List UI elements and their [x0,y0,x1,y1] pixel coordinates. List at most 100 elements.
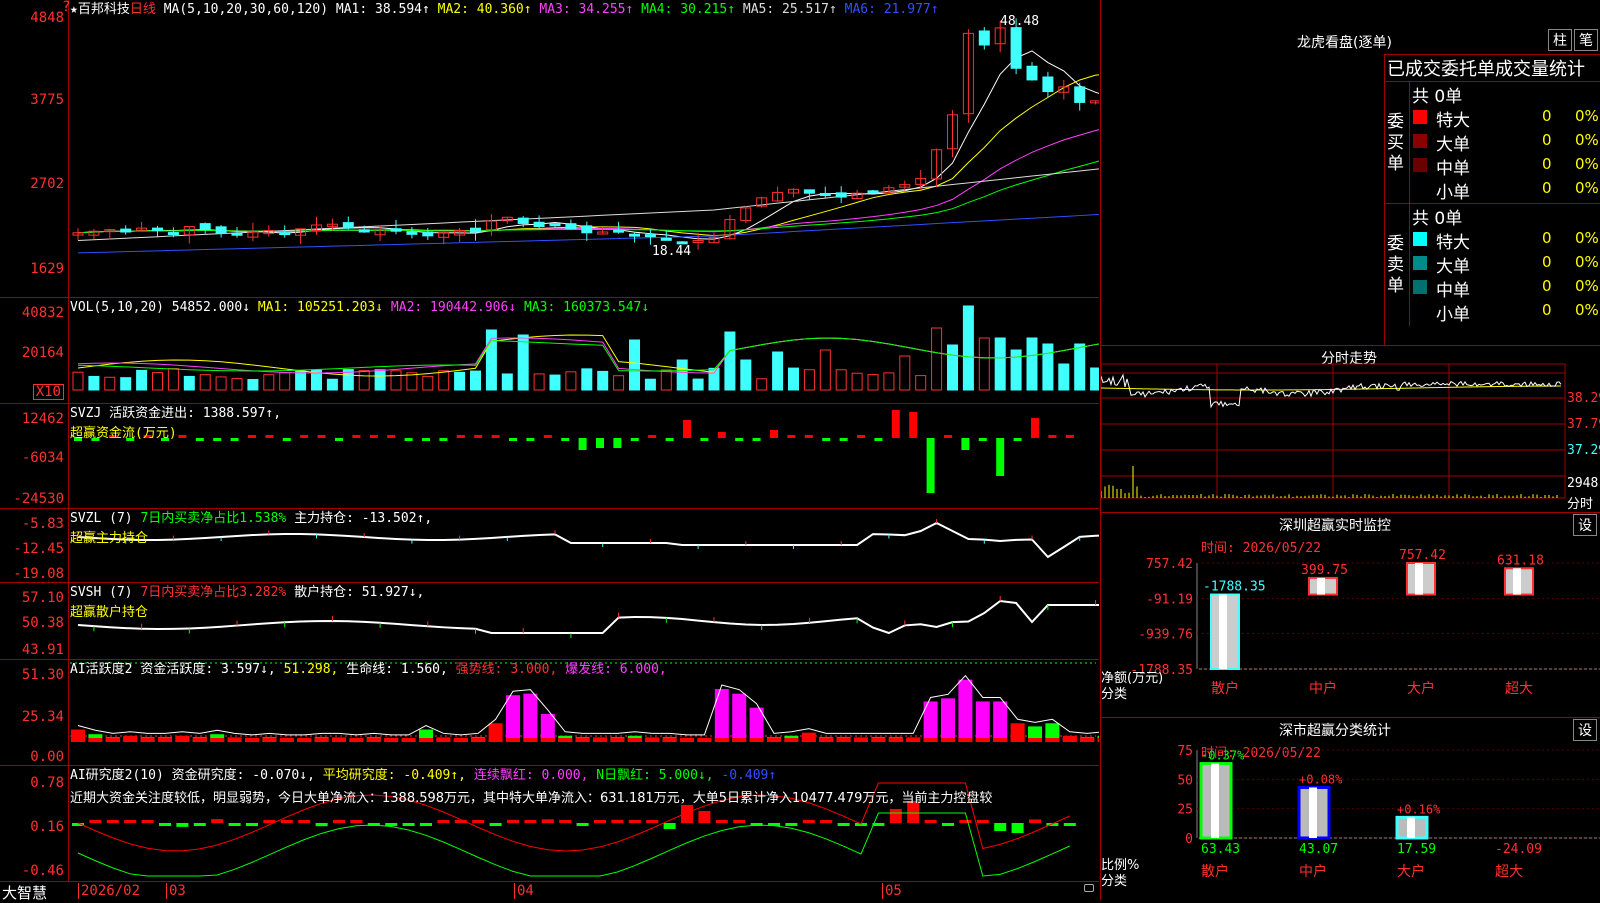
flow-bar [961,438,970,450]
candle-body [835,192,847,198]
research-bar [472,820,485,823]
activity-base [349,738,364,742]
flow-bar [1031,418,1039,438]
activity-base [175,738,190,742]
candle-body [279,232,291,236]
activity-base [941,738,955,742]
volume-bar [915,375,927,391]
net-bar-highlight [1415,563,1423,595]
volume-bar [931,327,943,391]
change-label: +0.08% [1299,772,1343,786]
activity-base [697,738,712,742]
research-bar [1029,819,1041,823]
research-avg-line [77,812,1071,877]
research-bar [715,820,728,823]
candle-body [390,228,402,232]
activity-base [227,738,242,742]
activity-bar [540,713,555,742]
category-label: 大户 [1407,680,1435,697]
activity-base [680,738,694,742]
dragon-row-count: 0 [1542,253,1552,271]
activity-bar [993,701,1008,742]
sz-monitor-chart[interactable]: 757.42-91.19-939.76-1788.35-1788.35散户399… [1101,513,1600,717]
flow-bar [282,438,291,441]
activity-base [714,738,729,742]
candle-body [565,223,577,230]
activity-base [245,738,259,742]
volume-panel[interactable]: 40832 20164 X10 VOL(5,10,20) 54852.000↓ … [0,298,1099,404]
svzj-subtitle: 超赢资金流(万元) [70,426,177,441]
research-red2: N日飘红: 5.000↓, [596,768,714,783]
flow-bar [648,435,657,438]
volume-bar [883,372,895,391]
dragon-row: 小单 0 0% [1410,300,1600,325]
ma-legend-item: MA6: 21.977↑ [836,2,939,17]
period-label[interactable]: 日线 [130,2,156,17]
flow-bar [422,438,430,441]
candle-body [215,226,227,235]
activity-base [158,738,172,742]
research-bar [211,819,224,823]
stock-name[interactable]: 百邦科技 [78,2,130,17]
intraday-y-label: 37.79 [1567,417,1600,432]
sell-rows: 共 0单 特大 0 0% 大单 0 0% 中单 0 0% 小单 0 0% [1409,204,1600,326]
flow-bar [561,438,570,441]
ai-activity-panel[interactable]: 51.30 25.34 0.00 AI活跃度2 资金活跃度: 3.597↓, 5… [0,660,1099,766]
activity-bar [975,701,990,742]
research-bar [385,823,398,826]
date-axis[interactable]: 大智慧 2026/02 03 04 05 [0,882,1099,902]
candle-body [803,189,815,194]
research-bar [785,823,798,826]
dragon-row-pct: 0% [1575,253,1599,271]
volume-bar [1010,349,1022,391]
buy-label: 委买单 [1387,112,1404,174]
sz-class-panel[interactable]: 深市超赢分类统计 设 时间: 2026/05/22 75 50 25 0 63.43 -0… [1101,718,1600,900]
volume-bar [136,369,148,391]
sz-monitor-panel[interactable]: 深圳超赢实时监控 设 时间: 2026/05/22 757.42 -91.19 -9… [1101,513,1600,718]
research-bar [594,820,606,823]
flow-bar [526,438,535,441]
svzl-panel[interactable]: -5.83 -12.45 -19.08 SVZL (7) 7日内买卖净占比1.5… [0,509,1099,583]
bar-mode-button[interactable]: 柱 [1548,29,1572,51]
svzl-ratio: 7日内买卖净占比1.538% [140,511,287,526]
color-swatch [1413,256,1427,270]
flow-bar [996,438,1005,476]
bar-value: 17.59 [1397,842,1436,857]
candlestick-chart[interactable] [0,0,1099,297]
intraday-panel[interactable]: 分时走势 38.29 37.79 37.29 2948 分时 [1101,346,1600,513]
research-bar [507,819,519,823]
volume-bar [1026,337,1038,391]
volume-bar [247,379,259,391]
volume-bar [390,370,402,391]
price-panel[interactable]: ? 4848 3775 2702 1629 ★百邦科技日线 MA(5,10,20… [0,0,1099,298]
candle-body [533,221,545,228]
candle-body [358,229,370,233]
volume-bar [962,305,974,391]
dragon-row-pct: 0% [1575,131,1599,149]
svzj-panel[interactable]: 12462 -6034 -24530 SVZJ 活跃资金进出: 1388.597… [0,404,1099,509]
dragon-panel[interactable]: 龙虎看盘(逐单) 柱 笔 已成交委托单成交量统计 委买单 共 0单 特大 0 0% 大… [1101,0,1600,346]
candle-body [120,228,132,233]
flow-bar [891,410,900,438]
volume-bar [438,370,450,391]
intraday-chart[interactable] [1101,346,1600,512]
dragon-row-name: 特大 [1436,233,1470,253]
volume-bar [263,374,275,391]
dragon-row-name: 中单 [1436,159,1470,179]
svsh-panel[interactable]: 57.10 50.38 43.91 SVSH (7) 7日内买卖净占比3.282… [0,583,1099,660]
research-bar [228,823,241,826]
activity-base [767,738,781,742]
ai-research-panel[interactable]: 0.78 0.16 -0.46 AI研究度2(10) 资金研究度: -0.070… [0,766,1099,882]
flow-bar [683,420,691,438]
activity-base [923,738,938,742]
category-label: 超大 [1505,681,1533,697]
vol-value: 54852.000↓ [171,300,251,315]
sz-class-chart[interactable]: 75 50 25 0 63.43 -0.37% 散户 43.07 +0.08% 中户 17.59 +0… [1101,718,1600,900]
dragon-row-name: 中单 [1436,281,1470,301]
dragon-row: 大单 0 0% [1410,252,1600,277]
flow-bar [474,435,483,438]
volume-bar [517,334,529,391]
lock-icon[interactable] [1084,884,1094,892]
tick-mode-button[interactable]: 笔 [1574,29,1598,51]
research-bar [681,805,693,823]
